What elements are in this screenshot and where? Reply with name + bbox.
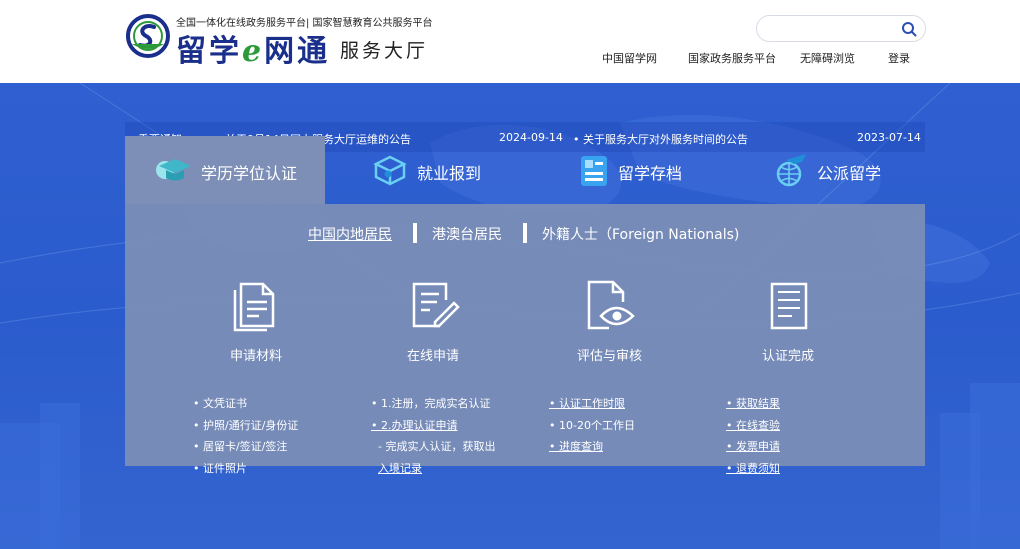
tab-label: 就业报到 xyxy=(417,164,482,183)
nav-china-study-abroad[interactable]: 中国留学网 xyxy=(602,50,657,66)
online-application-icon xyxy=(412,282,460,328)
list-item: • 10-20个工作日 xyxy=(549,418,635,432)
invoice-request-link[interactable]: • 发票申请 xyxy=(726,436,780,458)
review-list: • 认证工作时限 • 10-20个工作日 • 进度查询 xyxy=(549,393,635,458)
globe-plane-icon xyxy=(776,154,806,187)
online-verify-link[interactable]: • 在线查验 xyxy=(726,415,780,437)
logo-title-end: 网通 xyxy=(264,34,331,69)
nav-login[interactable]: 登录 xyxy=(888,50,910,66)
graduation-cap-icon xyxy=(156,159,191,181)
subtab-foreign-nationals[interactable]: 外籍人士（Foreign Nationals) xyxy=(542,224,739,244)
list-item: • 1.注册，完成实名认证 xyxy=(371,397,491,410)
subtab-separator xyxy=(523,223,527,243)
apply-link[interactable]: • 2.办理认证申请 xyxy=(371,415,495,437)
entry-exit-records-link[interactable]: 入境记录 xyxy=(371,458,495,480)
tab-label: 学历学位认证 xyxy=(201,164,298,183)
tab-employment[interactable]: 就业报到 xyxy=(372,136,492,204)
search-icon[interactable] xyxy=(901,21,917,37)
logo-title-main: 留学 xyxy=(176,34,242,69)
search-box[interactable] xyxy=(756,15,926,42)
tab-label: 留学存档 xyxy=(618,164,683,183)
tab-degree-certification[interactable]: 学历学位认证 xyxy=(155,136,325,204)
list-item: • 护照/通行证/身份证 xyxy=(193,418,299,432)
tab-archives[interactable]: 留学存档 xyxy=(576,136,696,204)
logo-title: 留学e网通 xyxy=(176,26,330,70)
online-apply-list: • 1.注册，完成实名认证 • 2.办理认证申请 - 完成实人认证，获取出 入境… xyxy=(371,393,495,479)
list-item: • 居留卡/签证/签注 xyxy=(193,440,288,453)
logo-title-e: e xyxy=(242,34,265,69)
subtab-hk-macao-taiwan[interactable]: 港澳台居民 xyxy=(432,224,502,244)
time-limit-link[interactable]: • 认证工作时限 xyxy=(549,393,635,415)
subtab-mainland-residents[interactable]: 中国内地居民 xyxy=(308,224,392,244)
list-item: • 证件照片 xyxy=(193,461,247,475)
site-header: 全国一体化在线政务服务平台| 国家智慧教育公共服务平台 留学e网通 服务大厅 中… xyxy=(0,0,1020,83)
step-title-online-apply: 在线申请 xyxy=(407,349,460,364)
logo-icon xyxy=(126,14,170,58)
list-item: • 文凭证书 xyxy=(193,397,247,410)
get-result-link[interactable]: • 获取结果 xyxy=(726,393,780,415)
progress-query-link[interactable]: • 进度查询 xyxy=(549,436,635,458)
tab-government-sponsored[interactable]: 公派留学 xyxy=(772,136,892,204)
refund-notice-link[interactable]: • 退费须知 xyxy=(726,458,780,480)
subtab-separator xyxy=(413,223,417,243)
list-item: - 完成实人认证，获取出 xyxy=(378,440,496,453)
certificate-complete-icon xyxy=(770,282,808,330)
review-eye-icon xyxy=(587,280,635,330)
step-title-materials: 申请材料 xyxy=(230,349,283,364)
step-title-complete: 认证完成 xyxy=(762,349,815,364)
nav-accessibility[interactable]: 无障碍浏览 xyxy=(800,50,855,66)
logo-subtitle: 服务大厅 xyxy=(340,40,429,62)
tab-label: 公派留学 xyxy=(817,164,882,183)
notice-date-1: 2024-09-14 xyxy=(499,131,563,144)
step-title-review: 评估与审核 xyxy=(577,349,643,364)
application-documents-icon xyxy=(233,282,275,332)
materials-list: • 文凭证书 • 护照/通行证/身份证 • 居留卡/签证/签注 • 证件照片 xyxy=(193,393,298,479)
complete-list: • 获取结果 • 在线查验 • 发票申请 • 退费须知 xyxy=(726,393,780,479)
document-icon xyxy=(581,156,607,186)
box-icon xyxy=(373,155,407,186)
nav-gov-service-platform[interactable]: 国家政务服务平台 xyxy=(688,50,776,66)
